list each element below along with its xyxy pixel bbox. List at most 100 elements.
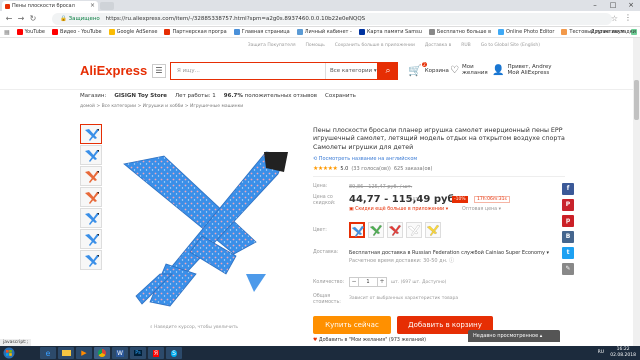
store-years: Лет работы: 1 bbox=[175, 93, 216, 99]
maximize-icon[interactable]: □ bbox=[604, 0, 622, 11]
cart-label: Корзина bbox=[424, 67, 449, 74]
thumbnail-plane-icon bbox=[85, 234, 99, 246]
top-nav-link[interactable]: Доставка в bbox=[425, 43, 451, 48]
vk-icon[interactable]: В bbox=[562, 231, 574, 243]
new-tab-button[interactable] bbox=[100, 2, 114, 10]
save-store-button[interactable]: Сохранить bbox=[325, 93, 356, 99]
bookmark-item[interactable]: Главная страница bbox=[233, 29, 290, 35]
other-bookmarks[interactable]: Другие закладки bbox=[591, 29, 636, 35]
browser-tab[interactable]: Пены плоскости бросал × bbox=[2, 1, 98, 11]
bookmark-item[interactable]: Личный кабинет - bbox=[296, 29, 352, 35]
bookmark-star-icon[interactable]: ☆ bbox=[611, 14, 618, 23]
apps-icon[interactable]: ▦ bbox=[4, 29, 10, 36]
product-thumbnail[interactable] bbox=[80, 145, 102, 165]
account-link[interactable]: 👤 Привет, Andrey Мой AliExpress bbox=[492, 64, 552, 76]
windows-start-icon[interactable] bbox=[2, 347, 16, 359]
search-button[interactable]: ⌕ bbox=[378, 62, 398, 80]
scrollbar-thumb[interactable] bbox=[634, 80, 639, 120]
bookmark-item[interactable]: Online Photo Editor bbox=[498, 29, 554, 35]
product-thumbnail[interactable] bbox=[80, 208, 102, 228]
add-to-wishlist-link[interactable]: ♥ Добавить в "Мои желания" (973 желаний) bbox=[313, 338, 426, 343]
skype-icon[interactable]: S bbox=[166, 347, 182, 359]
categories-menu-button[interactable]: ☰ bbox=[152, 64, 166, 78]
bookmark-favicon-icon bbox=[428, 29, 435, 35]
top-nav-link[interactable]: Помощь bbox=[306, 43, 325, 48]
close-window-icon[interactable]: × bbox=[622, 0, 640, 11]
media-player-icon[interactable]: ▶ bbox=[76, 347, 92, 359]
store-name-link[interactable]: GISIGN Toy Store bbox=[114, 93, 167, 99]
aliexpress-logo[interactable]: AliExpress bbox=[80, 63, 147, 78]
pinterest-icon[interactable]: P bbox=[562, 199, 574, 211]
product-thumbnail[interactable] bbox=[80, 124, 102, 144]
bookmark-item[interactable]: Карта памяти Samsu bbox=[358, 29, 422, 35]
my-aliexpress-label: Мой AliExpress bbox=[507, 70, 550, 76]
explorer-icon[interactable] bbox=[58, 347, 74, 359]
price-label: Цена: bbox=[313, 184, 328, 189]
quantity-increase-button[interactable]: + bbox=[377, 277, 387, 287]
cart-link[interactable]: 🛒 2 Корзина bbox=[408, 62, 449, 77]
language-indicator[interactable]: RU bbox=[598, 350, 604, 355]
top-nav-link[interactable]: Сохранить больше в приложении bbox=[335, 43, 415, 48]
product-thumbnail[interactable] bbox=[80, 250, 102, 270]
forward-icon[interactable]: → bbox=[16, 14, 26, 24]
orders-count: 625 заказа(ов) bbox=[393, 165, 433, 172]
search-icon: ⌕ bbox=[385, 66, 391, 76]
main-product-image[interactable] bbox=[106, 124, 306, 322]
breadcrumb[interactable]: домой > Все категории > Игрушки и хобби … bbox=[80, 104, 243, 109]
glider-plane-image bbox=[123, 151, 288, 307]
product-thumbnail[interactable] bbox=[80, 229, 102, 249]
feedback-percent: 96.7% bbox=[223, 93, 243, 99]
window-controls: – □ × bbox=[586, 0, 640, 11]
twitter-icon[interactable]: t bbox=[562, 247, 574, 259]
browser-menu-icon[interactable]: ⋮ bbox=[624, 13, 632, 22]
product-thumbnail[interactable] bbox=[80, 166, 102, 186]
minimize-icon[interactable]: – bbox=[586, 0, 604, 11]
url-field[interactable]: 🔒 Защищено https://ru.aliexpress.com/ite… bbox=[52, 13, 612, 25]
user-icon: 👤 bbox=[492, 64, 505, 76]
wishlist-link[interactable]: ♡ Мои желания bbox=[450, 64, 488, 76]
bookmark-item[interactable]: Google AdSense bbox=[108, 29, 157, 35]
top-nav-link[interactable]: Go to Global Site (English) bbox=[481, 43, 540, 48]
ie-icon[interactable]: e bbox=[40, 347, 56, 359]
search-category-select[interactable]: Все категории ▾ bbox=[325, 63, 377, 79]
bookmark-item[interactable]: YouTube bbox=[16, 29, 45, 35]
close-tab-icon[interactable]: × bbox=[90, 1, 95, 11]
edit-icon[interactable]: ✎ bbox=[562, 263, 574, 275]
color-swatch[interactable] bbox=[406, 222, 422, 238]
translate-title-link[interactable]: ⟲ Посмотреть название на английском bbox=[313, 156, 417, 162]
top-nav-link[interactable]: Защита Покупателя bbox=[248, 43, 296, 48]
color-swatch[interactable] bbox=[349, 222, 365, 238]
color-swatch[interactable] bbox=[387, 222, 403, 238]
bookmark-item[interactable]: Партнерская програ bbox=[164, 29, 227, 35]
color-swatch[interactable] bbox=[425, 222, 441, 238]
app-deal-link[interactable]: ▣ Скидки ещё больше в приложении ▾ bbox=[349, 207, 448, 212]
wholesale-link[interactable]: Оптовая цена ▾ bbox=[462, 207, 501, 212]
reload-icon[interactable]: ↻ bbox=[28, 14, 38, 24]
feedback-label: положительных отзывов bbox=[244, 93, 317, 99]
bookmark-item[interactable]: Видео - YouTube bbox=[52, 29, 102, 35]
facebook-icon[interactable]: f bbox=[562, 183, 574, 195]
swatch-plane-icon bbox=[388, 224, 402, 237]
info-icon[interactable]: ⓘ bbox=[449, 258, 454, 264]
photoshop-icon[interactable]: Ps bbox=[130, 347, 146, 359]
quantity-input[interactable]: 1 bbox=[359, 277, 377, 287]
shipping-method-link[interactable]: Бесплатная доставка в Russian Federation… bbox=[349, 250, 545, 256]
chrome-icon[interactable] bbox=[94, 347, 110, 359]
product-thumbnail[interactable] bbox=[80, 187, 102, 207]
shipping-label: Доставка: bbox=[313, 250, 339, 255]
recently-viewed-tab[interactable]: Недавно просмотренное ▴ bbox=[468, 330, 560, 342]
clock[interactable]: 16:22 02.08.2018 bbox=[610, 347, 636, 359]
bookmark-item[interactable]: Бесплатно больше в bbox=[428, 29, 491, 35]
word-icon[interactable]: W bbox=[112, 347, 128, 359]
back-icon[interactable]: ← bbox=[4, 14, 14, 24]
yandex-icon[interactable]: Я bbox=[148, 347, 164, 359]
buy-now-button[interactable]: Купить сейчас bbox=[313, 316, 391, 334]
cart-icon: 🛒 2 bbox=[408, 62, 427, 77]
top-nav-link[interactable]: RUB bbox=[461, 43, 471, 48]
color-swatch[interactable] bbox=[368, 222, 384, 238]
pinterest-save-icon[interactable]: p bbox=[562, 215, 574, 227]
store-bar: Магазин: GISIGN Toy Store Лет работы: 1 … bbox=[0, 90, 640, 102]
divider bbox=[313, 176, 565, 177]
quantity-decrease-button[interactable]: − bbox=[349, 277, 359, 287]
rating-count-link[interactable]: (33 голоса(ов)) bbox=[351, 166, 391, 172]
